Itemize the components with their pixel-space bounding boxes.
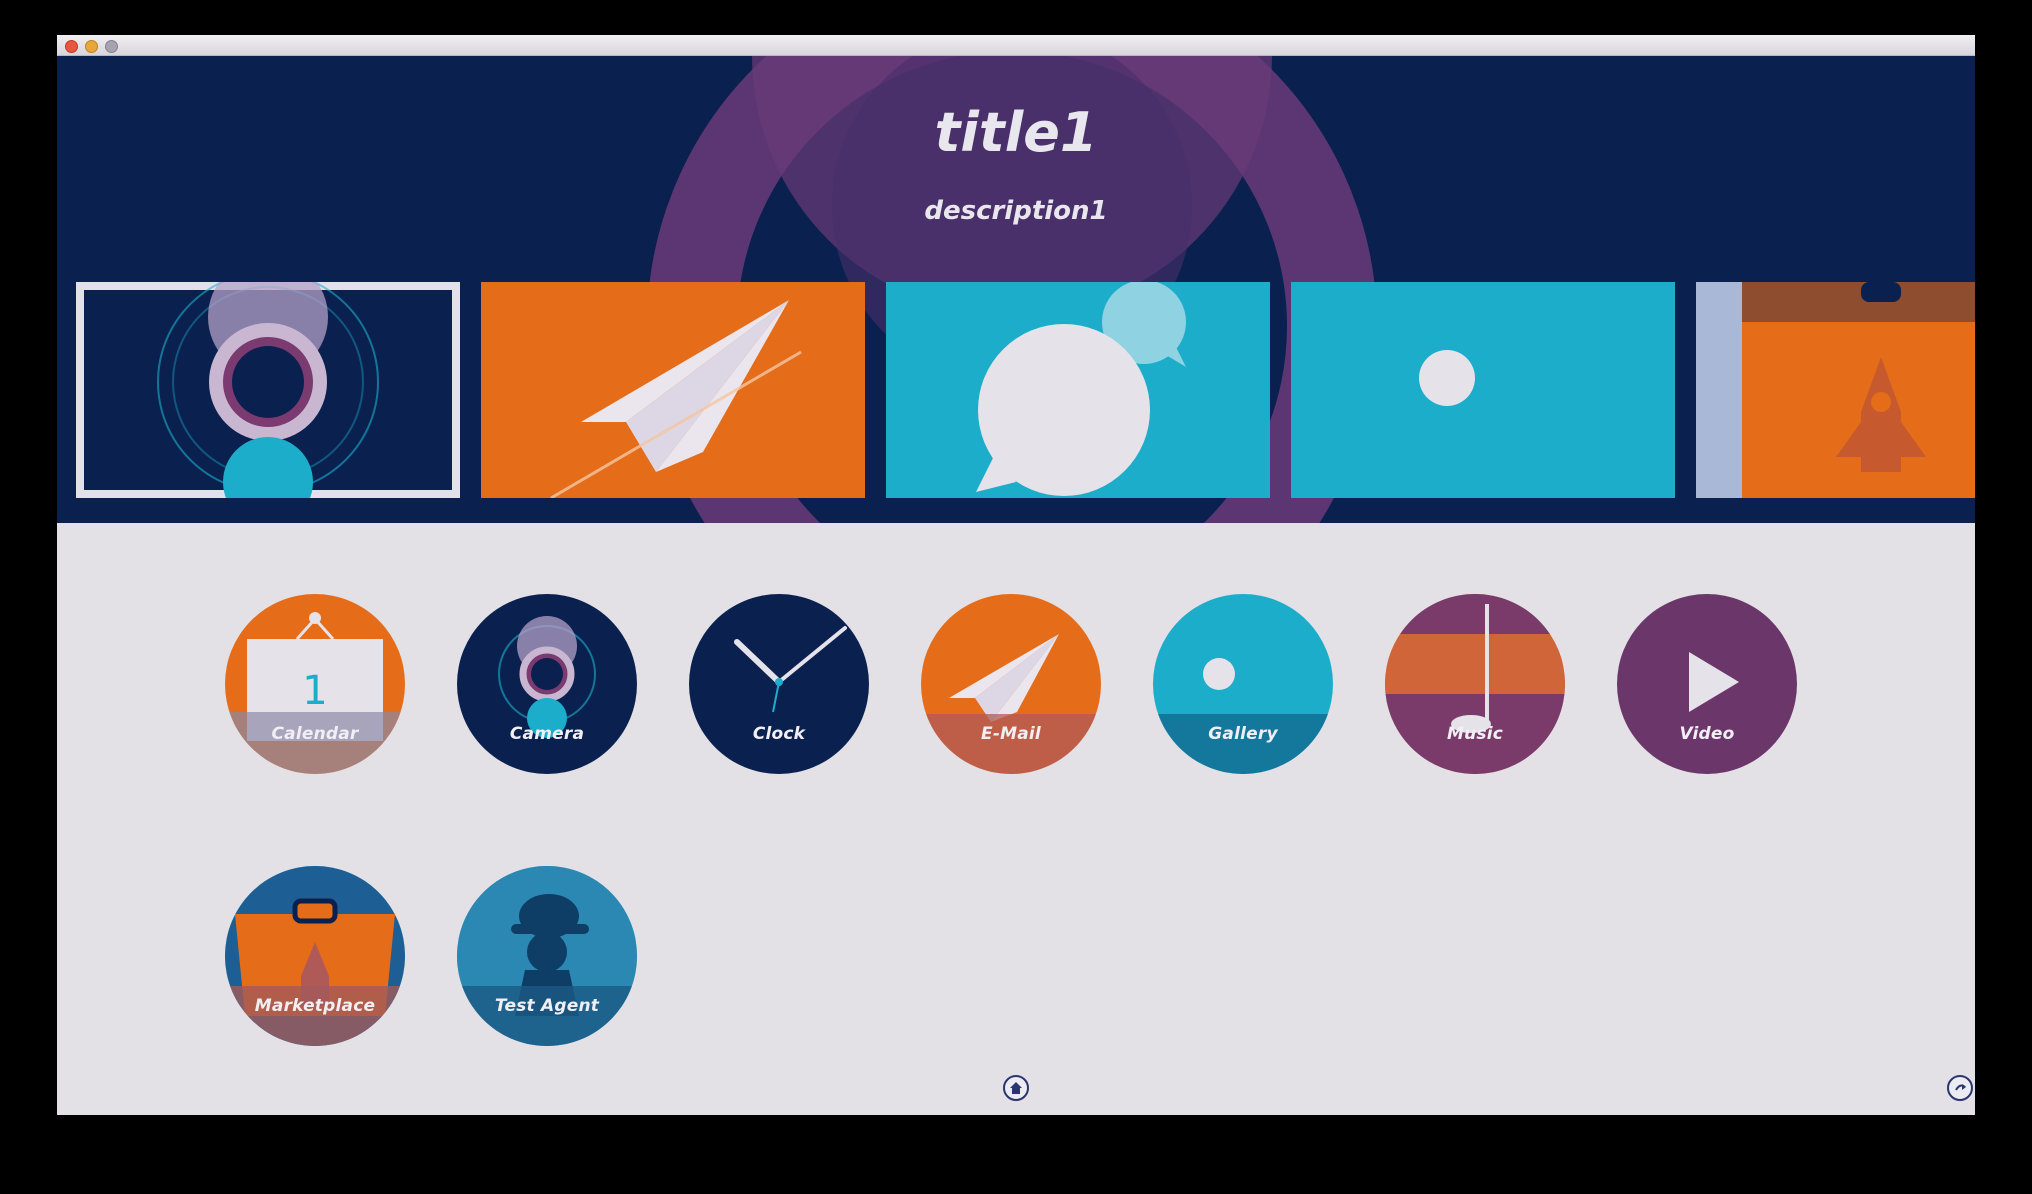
app-label: Test Agent [494,996,600,1016]
window-close-button[interactable] [65,40,78,53]
app-test-agent[interactable]: Test Agent [457,866,637,1046]
chat-bubble-icon [976,282,1186,496]
clock-icon [734,626,847,713]
home-button[interactable] [1003,1075,1029,1101]
carousel-slide-camera[interactable] [76,282,460,498]
agent-icon [457,866,637,1046]
paper-plane-icon [550,300,802,498]
app-gallery[interactable]: Gallery [1153,594,1333,774]
gallery-dot-icon [1419,350,1475,406]
app-clock[interactable]: Clock [689,594,869,774]
rocket-icon [1696,282,1975,498]
app-marketplace[interactable]: Marketplace [225,866,405,1046]
app-calendar[interactable]: 1 Calendar [225,594,405,774]
banner-title: title1 [934,101,1098,164]
app-grid: 1 Calendar Camera Clock E-Mail Gallery M… [57,523,1975,1115]
play-icon [1689,652,1739,712]
music-note-icon [1385,594,1565,774]
window-maximize-button[interactable] [105,40,118,53]
calendar-icon: 1 [225,612,405,774]
carousel-slide-email[interactable] [481,282,865,498]
featured-carousel [57,282,1975,503]
app-label: Gallery [1208,724,1278,744]
app-camera[interactable]: Camera [457,594,637,774]
app-label: Clock [752,724,806,744]
camera-icon [157,282,379,498]
app-music[interactable]: Music [1385,594,1565,774]
window-minimize-button[interactable] [85,40,98,53]
app-video[interactable]: Video [1617,594,1797,774]
gallery-icon [1153,658,1333,774]
app-label: Music [1446,724,1504,744]
app-label: Marketplace [254,996,376,1016]
carousel-slide-marketplace[interactable] [1696,282,1975,498]
app-label: Video [1679,724,1735,744]
hero-banner: title1 description1 [57,56,1975,523]
home-icon [1010,1082,1022,1094]
carousel-slide-chat[interactable] [886,282,1270,498]
window-titlebar [57,35,1975,56]
app-email[interactable]: E-Mail [921,594,1101,774]
back-icon [1955,1084,1966,1091]
marketplace-bag-icon [225,866,405,1046]
svg-text:1: 1 [302,668,327,714]
paper-plane-icon [921,634,1101,774]
app-label: Calendar [271,724,359,744]
carousel-slide-gallery[interactable] [1291,282,1675,498]
camera-icon [498,616,596,738]
app-label: E-Mail [981,724,1041,744]
app-label: Camera [509,724,585,744]
browser-window: title1 description1 1 Calendar Camera Cl… [57,35,1975,1115]
banner-description: description1 [924,196,1108,226]
back-button[interactable] [1947,1075,1973,1101]
